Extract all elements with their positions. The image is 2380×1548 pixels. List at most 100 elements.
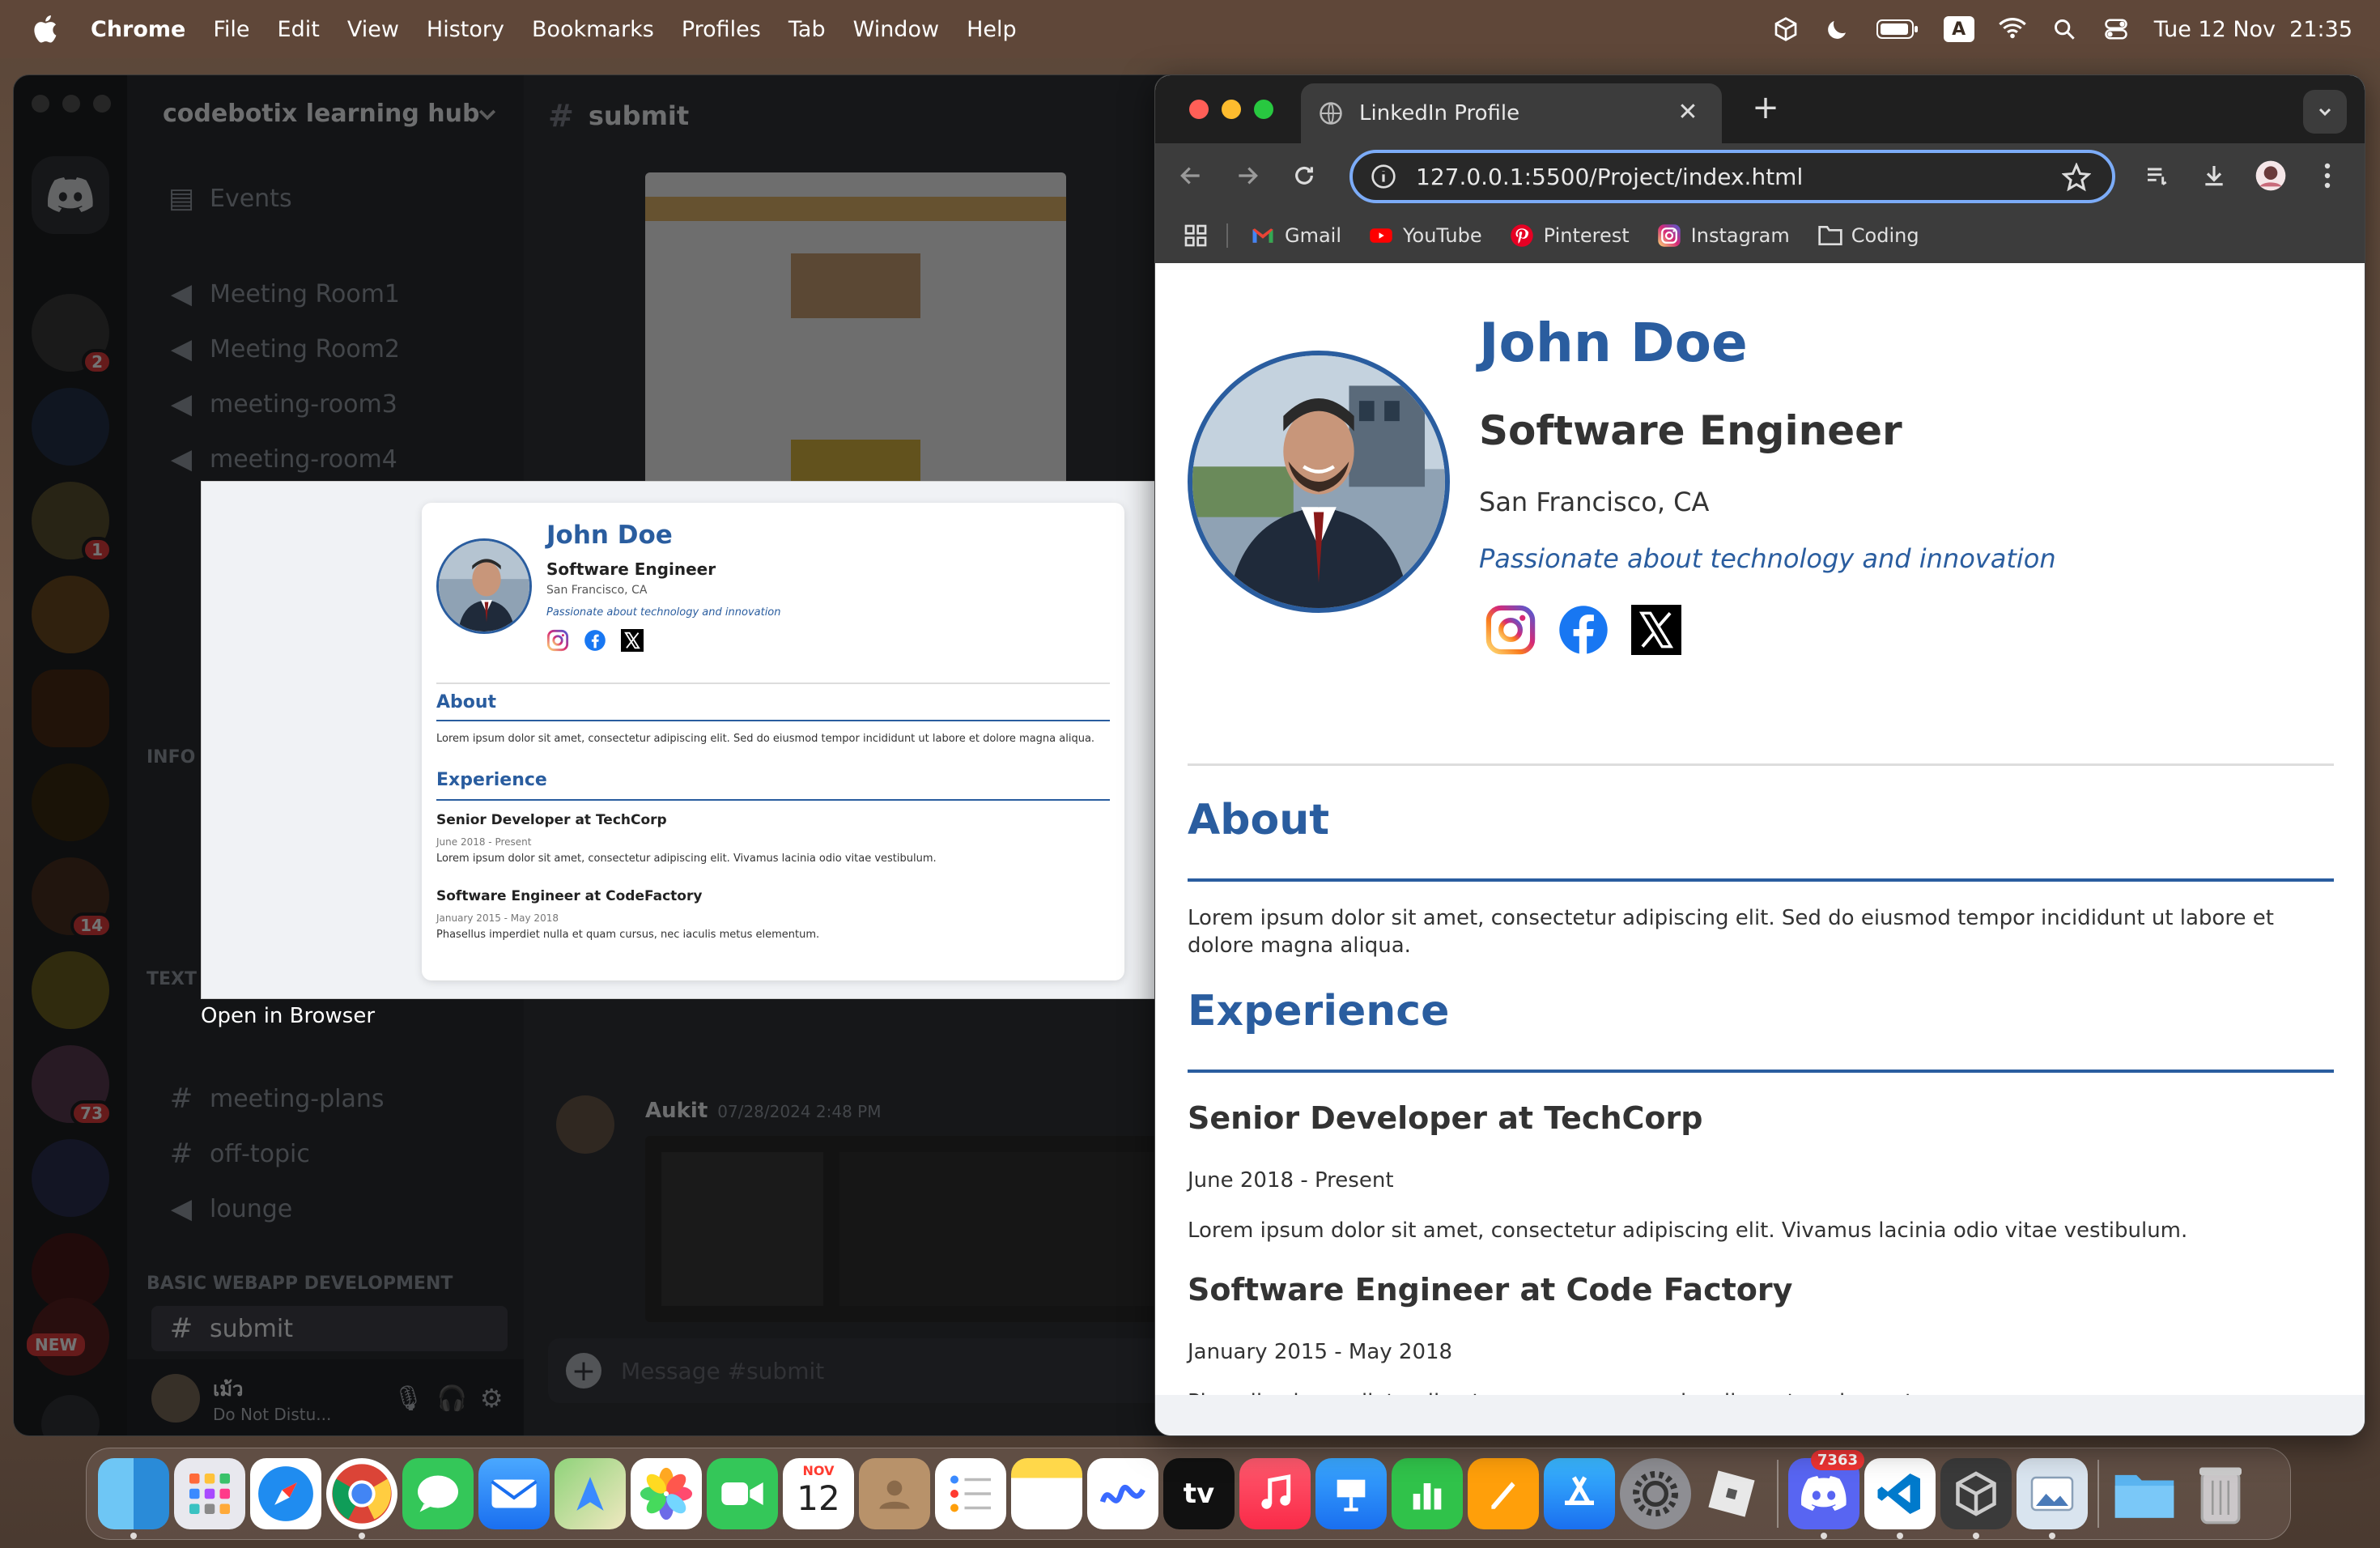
avatar[interactable]: [151, 1374, 200, 1423]
profile-avatar-icon[interactable]: [2253, 158, 2289, 194]
chat-author[interactable]: Aukit 07/28/2024 2:48 PM: [645, 1099, 881, 1123]
channel-off-topic[interactable]: # off-topic: [168, 1138, 310, 1170]
message-input[interactable]: + Message #submit: [548, 1338, 1171, 1403]
category-basic-webapp[interactable]: BASIC WEBAPP DEVELOPMENT: [147, 1274, 453, 1294]
instagram-icon[interactable]: [1485, 605, 1536, 655]
server-icon[interactable]: 14: [32, 857, 113, 938]
downloads-folder-icon[interactable]: [2109, 1458, 2180, 1529]
category-text[interactable]: TEXT: [147, 969, 197, 989]
messages-icon[interactable]: [402, 1458, 474, 1529]
apple-icon[interactable]: [31, 13, 63, 45]
server-icon[interactable]: [32, 576, 109, 653]
browser-preview-thumbnail[interactable]: John Doe Software Engineer San Francisco…: [201, 481, 1156, 999]
bookmark-youtube[interactable]: YouTube: [1369, 223, 1482, 248]
avatar[interactable]: [556, 1095, 614, 1154]
tab-search-button[interactable]: [2303, 90, 2347, 134]
bookmark-instagram[interactable]: Instagram: [1657, 223, 1790, 248]
discord-home-icon[interactable]: [32, 156, 109, 234]
channel-submit[interactable]: # submit: [151, 1306, 508, 1351]
discord-icon[interactable]: 7363: [1788, 1450, 1864, 1539]
discover-icon[interactable]: [41, 1395, 100, 1435]
menu-bookmarks[interactable]: Bookmarks: [532, 17, 654, 42]
menu-profiles[interactable]: Profiles: [682, 17, 761, 42]
plus-icon[interactable]: +: [566, 1353, 601, 1389]
notes-icon[interactable]: [1011, 1458, 1082, 1529]
reminders-icon[interactable]: [935, 1458, 1006, 1529]
vscode-icon[interactable]: [1864, 1458, 1936, 1539]
tab-linkedin-profile[interactable]: LinkedIn Profile ✕: [1301, 83, 1722, 143]
settings-gear-icon[interactable]: ⚙: [480, 1383, 504, 1414]
app-store-icon[interactable]: [1544, 1458, 1615, 1529]
reload-icon[interactable]: [1288, 159, 1320, 192]
address-bar[interactable]: 127.0.0.1:5500/Project/index.html: [1349, 150, 2115, 203]
close-tab-icon[interactable]: ✕: [1673, 98, 1702, 127]
pages-icon[interactable]: [1468, 1458, 1539, 1529]
new-tab-button[interactable]: +: [1748, 90, 1783, 125]
forward-arrow-icon[interactable]: [1231, 159, 1264, 192]
menu-edit[interactable]: Edit: [278, 17, 320, 42]
server-icon[interactable]: 2: [32, 294, 113, 375]
control-center-icon[interactable]: [2102, 15, 2130, 43]
open-in-browser-link[interactable]: Open in Browser: [201, 1004, 375, 1028]
bookmark-folder-coding[interactable]: Coding: [1817, 223, 1919, 248]
bookmark-gmail[interactable]: Gmail: [1251, 223, 1341, 248]
site-info-icon[interactable]: [1371, 164, 1396, 189]
system-settings-icon[interactable]: [1620, 1458, 1691, 1529]
channel-voice[interactable]: ◀ Meeting Room1: [168, 278, 400, 310]
battery-icon[interactable]: [1876, 15, 1919, 43]
minimize-window-button[interactable]: [1222, 100, 1241, 119]
channel-voice[interactable]: ◀ meeting-room3: [168, 388, 397, 420]
chrome-icon[interactable]: [326, 1458, 397, 1539]
bookmark-star-icon[interactable]: [2062, 163, 2091, 192]
server-icon[interactable]: [32, 1139, 109, 1217]
menu-tab[interactable]: Tab: [788, 17, 826, 42]
kebab-menu-icon[interactable]: [2310, 158, 2345, 194]
channel-voice[interactable]: ◀ Meeting Room2: [168, 333, 400, 365]
menu-view[interactable]: View: [347, 17, 399, 42]
wifi-icon[interactable]: [1998, 15, 2026, 43]
safari-icon[interactable]: [250, 1458, 321, 1529]
x-icon[interactable]: [1631, 605, 1681, 655]
menu-history[interactable]: History: [427, 17, 504, 42]
channel-events[interactable]: ▤ Events: [168, 182, 292, 215]
close-window-button[interactable]: [1189, 100, 1209, 119]
unity-hub-icon[interactable]: [1940, 1458, 2012, 1539]
keynote-icon[interactable]: [1315, 1458, 1387, 1529]
server-icon[interactable]: [32, 763, 109, 841]
menu-file[interactable]: File: [213, 17, 249, 42]
preview-app-icon[interactable]: [2017, 1458, 2088, 1539]
music-icon[interactable]: [1239, 1458, 1311, 1529]
menu-help[interactable]: Help: [967, 17, 1017, 42]
server-icon[interactable]: 1: [32, 482, 113, 563]
freeform-icon[interactable]: [1087, 1458, 1158, 1529]
channel-lounge[interactable]: ◀ lounge: [168, 1193, 292, 1225]
unity-icon[interactable]: [1772, 15, 1800, 43]
apple-tv-icon[interactable]: tv: [1163, 1458, 1235, 1529]
mail-icon[interactable]: [478, 1458, 550, 1529]
reading-list-icon[interactable]: [2140, 158, 2175, 194]
launchpad-icon[interactable]: [174, 1458, 245, 1529]
headphones-icon[interactable]: 🎧: [436, 1384, 466, 1413]
roblox-icon[interactable]: [1696, 1458, 1767, 1529]
menubar-clock[interactable]: Tue 12 Nov 21:35: [2154, 17, 2352, 42]
server-icon[interactable]: [32, 388, 109, 466]
facebook-icon[interactable]: [1558, 605, 1609, 655]
maps-icon[interactable]: [555, 1458, 626, 1529]
trash-icon[interactable]: [2185, 1458, 2256, 1529]
channel-voice[interactable]: ◀ meeting-room4: [168, 443, 397, 475]
contacts-icon[interactable]: [859, 1458, 930, 1529]
microphone-icon[interactable]: 🎙: [393, 1384, 423, 1413]
bookmark-pinterest[interactable]: Pinterest: [1510, 223, 1630, 248]
server-icon[interactable]: 73: [32, 1045, 113, 1126]
photos-icon[interactable]: [631, 1458, 702, 1529]
facetime-icon[interactable]: [707, 1458, 778, 1529]
server-icon[interactable]: [32, 670, 109, 747]
spotlight-search-icon[interactable]: [2051, 15, 2078, 43]
server-icon-new[interactable]: NEW: [27, 1298, 109, 1376]
apps-grid-icon[interactable]: [1183, 223, 1209, 249]
download-icon[interactable]: [2196, 158, 2232, 194]
guild-name[interactable]: codebotix learning hub: [163, 100, 480, 128]
moon-icon[interactable]: [1824, 15, 1851, 43]
channel-meeting-plans[interactable]: # meeting-plans: [168, 1082, 385, 1115]
discord-window-controls[interactable]: [32, 95, 111, 113]
